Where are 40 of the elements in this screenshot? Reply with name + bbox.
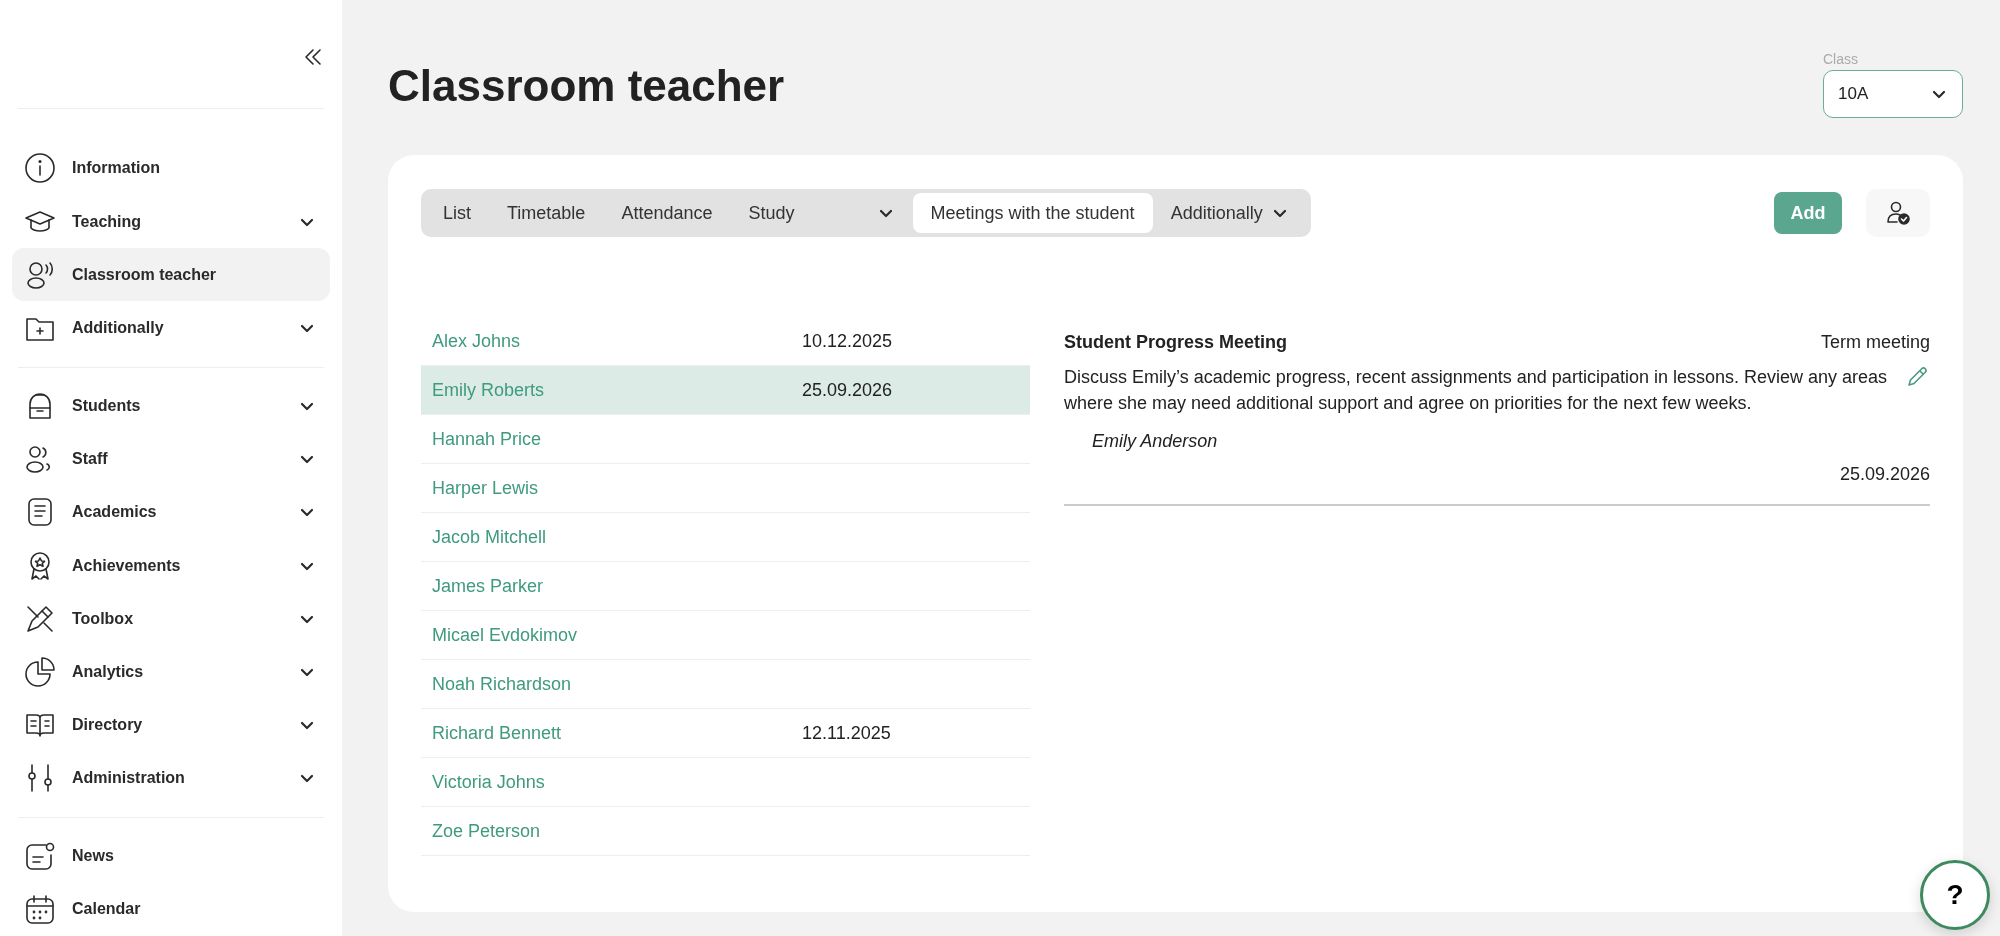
tab[interactable]: Attendance	[603, 193, 731, 233]
meeting-author: Emily Anderson	[1092, 430, 1219, 454]
sidebar-item[interactable]: Additionally	[12, 301, 330, 355]
tab[interactable]: Timetable	[489, 193, 604, 233]
meeting-date: 25.09.2026	[1838, 463, 1930, 487]
sidebar-item[interactable]: Administration	[12, 751, 330, 805]
pie-chart-icon	[24, 655, 56, 688]
sidebar-item[interactable]: Staff	[12, 432, 330, 486]
tab[interactable]: Additionally	[1152, 193, 1307, 233]
tab[interactable]: List	[425, 193, 489, 233]
class-select[interactable]: 10A	[1823, 70, 1963, 118]
student-row[interactable]: Emily Roberts 25.09.2026	[421, 366, 1030, 415]
sidebar-item[interactable]: Calendar	[12, 882, 330, 936]
assign-person-button[interactable]	[1866, 189, 1930, 237]
student-row[interactable]: Richard Bennett 12.11.2025	[421, 709, 1030, 758]
sidebar-item[interactable]: Students	[12, 379, 330, 433]
student-row[interactable]: Noah Richardson	[421, 660, 1030, 709]
message-note-icon	[24, 840, 56, 873]
page-title: Classroom teacher	[388, 60, 785, 112]
sidebar-item[interactable]: Classroom teacher	[12, 248, 330, 302]
sidebar-item[interactable]: Information	[12, 141, 330, 196]
tab[interactable]: Meetings with the student	[912, 193, 1153, 233]
calendar-icon	[24, 893, 56, 926]
meeting-description: Discuss Emily’s academic progress, recent assignments and participation in lessons. Review any areas where she may need additional support and agree on priorities for the next few weeks.	[1064, 366, 1888, 416]
sidebar-item[interactable]: Toolbox	[12, 592, 330, 646]
sidebar-item[interactable]: Analytics	[12, 645, 330, 699]
student-row[interactable]: Jacob Mitchell	[421, 513, 1030, 562]
sidebar-item[interactable]: News	[12, 829, 330, 883]
meeting-title: Student Progress Meeting	[1064, 331, 1288, 354]
person-check-icon	[1884, 199, 1912, 227]
sidebar-item[interactable]: Directory	[12, 698, 330, 752]
student-row[interactable]: Hannah Price	[421, 415, 1030, 464]
info-icon	[24, 152, 56, 185]
help-button[interactable]: ?	[1920, 860, 1990, 930]
meeting-type: Term meeting	[1820, 331, 1930, 354]
field-label: Class	[1823, 50, 1859, 69]
sidebar-item[interactable]: Academics	[12, 485, 330, 539]
tab[interactable]: Study	[730, 193, 913, 233]
sidebar-item[interactable]: Achievements	[12, 538, 330, 593]
sidebar-item[interactable]: Teaching	[12, 195, 330, 249]
